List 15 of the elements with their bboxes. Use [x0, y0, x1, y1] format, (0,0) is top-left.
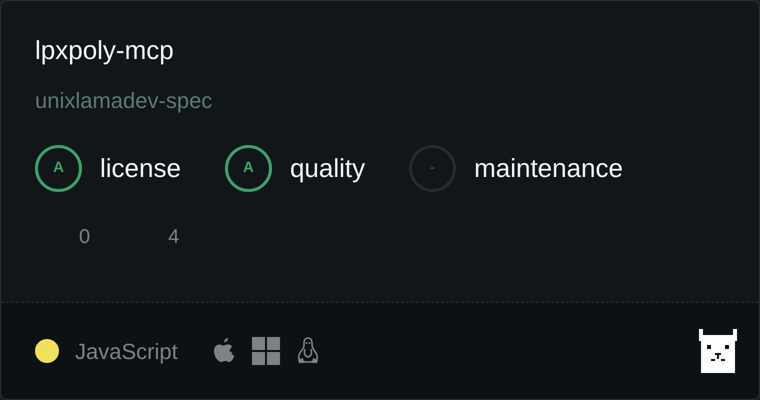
count: 0 [79, 225, 90, 250]
grade-badge: A [35, 145, 82, 192]
score-label: quality [290, 152, 366, 186]
grade-badge: A [224, 145, 272, 192]
count: 4 [168, 225, 180, 250]
package-name: lpxpoly-mcp [35, 35, 175, 66]
owner-name: unixlamadev-spec [35, 87, 214, 116]
language-label: JavaScript [75, 338, 178, 366]
penguin-icon [296, 337, 320, 365]
grade-badge: - [409, 145, 456, 192]
llama-logo-icon [699, 329, 737, 373]
score-label: license [100, 152, 181, 186]
apple-icon [212, 338, 236, 364]
windows-icon [252, 337, 280, 365]
score-label: maintenance [474, 152, 623, 186]
